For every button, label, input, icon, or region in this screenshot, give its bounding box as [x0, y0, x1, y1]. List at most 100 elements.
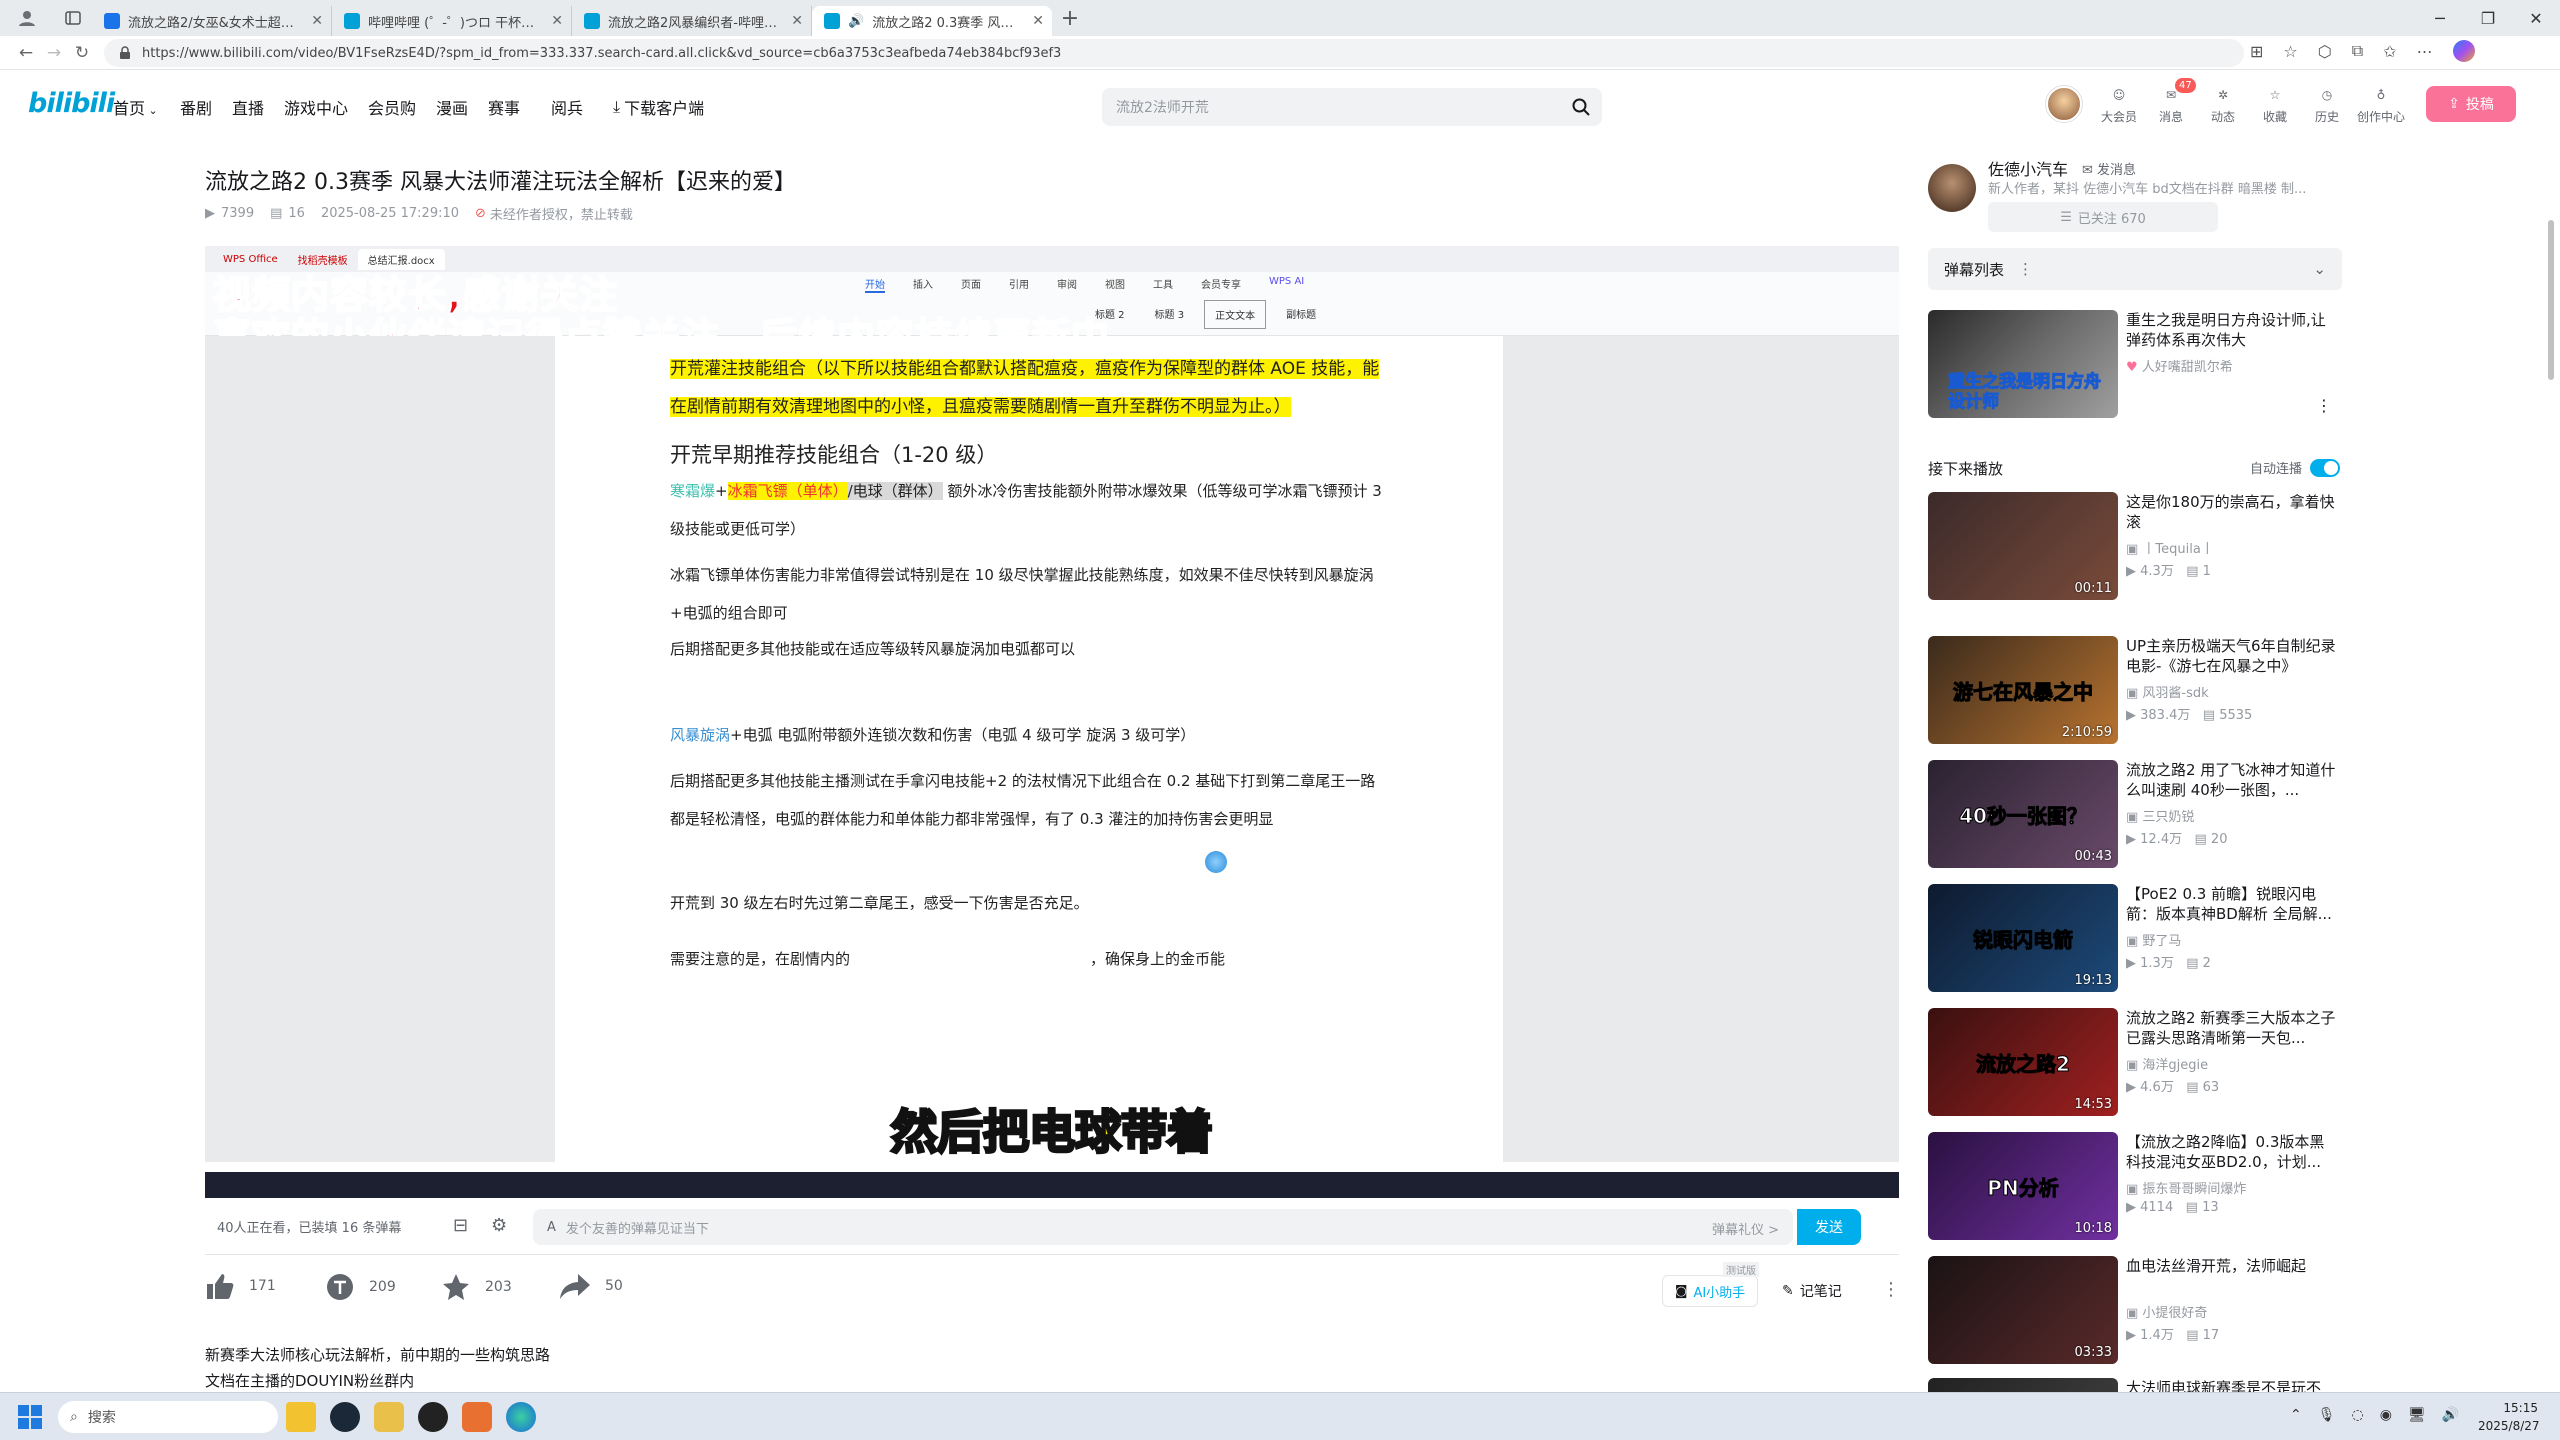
tab-close-icon[interactable]: ✕ — [551, 13, 563, 29]
uploader-name[interactable]: 佐德小汽车 — [1988, 156, 2068, 180]
nav-download-client[interactable]: ⤓ 下载客户端 — [613, 95, 704, 119]
nav-game-center[interactable]: 游戏中心 — [284, 95, 348, 119]
tray-app-icon[interactable]: ◌ — [2352, 1407, 2364, 1423]
more-options-icon[interactable]: ⋮ — [1882, 1279, 1900, 1300]
recommendation-author[interactable]: ▣ 海洋gjegie — [2126, 1054, 2208, 1073]
lock-icon[interactable] — [118, 46, 132, 60]
nav-home[interactable]: 首页 ⌄ — [113, 95, 158, 119]
minimize-icon[interactable]: ─ — [2416, 9, 2464, 28]
file-explorer-icon[interactable] — [286, 1402, 316, 1432]
taskbar-search[interactable]: ⌕ 搜索 — [58, 1401, 278, 1433]
bookmark-star-icon[interactable]: ☆ — [2283, 42, 2297, 61]
send-message-link[interactable]: ✉ 发消息 — [2082, 159, 2136, 178]
header-creator-center[interactable]: ♁ 创作中心 — [2355, 84, 2407, 125]
tab-close-icon[interactable]: ✕ — [311, 13, 323, 29]
search-input[interactable]: 流放2法师开荒 — [1102, 88, 1602, 126]
ad-more-icon[interactable]: ⋮ — [2316, 396, 2332, 415]
new-tab-icon[interactable]: + — [1052, 6, 1088, 31]
recommendation-author[interactable]: ▣ 三只奶锐 — [2126, 806, 2194, 825]
recommendation-card[interactable]: 00:11 这是你180万的崇高石，拿着快滚 ▣ 丨Tequila丨 ▶ 4.3万 ▤… — [1928, 492, 2342, 604]
taskbar-clock[interactable]: 15:15 2025/8/27 — [2478, 1399, 2540, 1435]
tab-audio-icon[interactable]: 🔊 — [848, 14, 864, 29]
upload-button[interactable]: ⇪ 投稿 — [2426, 86, 2516, 122]
favorite-button[interactable]: 203 — [441, 1272, 512, 1302]
header-vip[interactable]: ☺ 大会员 — [2097, 84, 2141, 125]
recommendation-card[interactable]: 游七在风暴之中 2:10:59 UP主亲历极端天气6年自制纪录电影-《游七在风暴之中… — [1928, 636, 2342, 748]
search-icon[interactable] — [1572, 98, 1590, 116]
nav-mall[interactable]: 会员购 — [368, 95, 416, 119]
recommendation-author[interactable]: ▣ 振东哥哥瞬间爆炸 — [2126, 1178, 2246, 1197]
nav-anime[interactable]: 番剧 — [180, 95, 212, 119]
tray-app-icon[interactable]: ◉ — [2380, 1407, 2392, 1423]
recommendation-author[interactable]: ▣ 野了马 — [2126, 930, 2181, 949]
restore-icon[interactable]: ❐ — [2464, 9, 2512, 28]
nav-manga[interactable]: 漫画 — [436, 95, 468, 119]
url-field[interactable]: https://www.bilibili.com/video/BV1FseRzs… — [104, 39, 2244, 67]
nav-parade[interactable]: 阅兵 — [551, 95, 583, 119]
ai-assistant-button[interactable]: ◙ AI小助手 测试版 — [1662, 1262, 1759, 1307]
recommendation-author[interactable]: ▣ 小提很好奇 — [2126, 1302, 2207, 1321]
app-icon[interactable] — [374, 1402, 404, 1432]
browser-tab[interactable]: 流放之路2风暴编织者-哔哩哔哩_B... ✕ — [572, 6, 812, 36]
bilibili-logo[interactable]: bilibili — [28, 88, 115, 119]
note-button[interactable]: ✎ 记笔记 — [1782, 1281, 1842, 1301]
copilot-icon[interactable] — [2452, 40, 2475, 62]
tray-chevron-icon[interactable]: ⌃ — [2290, 1407, 2302, 1423]
toggle-switch[interactable] — [2310, 458, 2341, 477]
network-icon[interactable]: 🖥 — [2408, 1407, 2426, 1423]
danmaku-list-more-icon[interactable]: ⋮ — [2018, 260, 2033, 278]
forward-icon[interactable]: → — [40, 39, 68, 67]
edge-browser-icon[interactable] — [506, 1402, 536, 1432]
uploader-avatar[interactable] — [1928, 164, 1976, 212]
header-dynamics[interactable]: ✲ 动态 — [2201, 84, 2245, 125]
chevron-down-icon[interactable]: ⌄ — [2313, 260, 2326, 278]
ad-card[interactable]: 重生之我是明日方舟设计师 重生之我是明日方舟设计师,让弹药体系再次伟大 ♥ 人好… — [1928, 310, 2342, 422]
browser-tab[interactable]: 哔哩哔哩 (゜-゜)つロ 干杯~-bilibili ✕ — [332, 6, 572, 36]
like-button[interactable]: 171 — [205, 1272, 276, 1300]
reload-icon[interactable]: ↻ — [68, 39, 96, 67]
app-icon[interactable] — [418, 1402, 448, 1432]
split-screen-icon[interactable]: ⧉ — [2352, 41, 2363, 61]
danmaku-toggle-icon[interactable]: ⊟ — [453, 1215, 468, 1236]
microphone-icon[interactable]: 🎙 — [2318, 1407, 2336, 1423]
danmaku-settings-icon[interactable]: ⚙ — [491, 1215, 507, 1236]
share-button[interactable]: 50 — [559, 1272, 623, 1300]
header-favorites[interactable]: ☆ 收藏 — [2253, 84, 2297, 125]
recommendation-card[interactable]: 03:33 血电法丝滑开荒，法师崛起 ▣ 小提很好奇 ▶ 1.4万 ▤ 17 — [1928, 1256, 2342, 1368]
browser-tab[interactable]: 流放之路2/女巫&女术士超级混沌火... ✕ — [92, 6, 332, 36]
tab-actions-icon[interactable] — [54, 0, 92, 36]
header-history[interactable]: ◷ 历史 — [2305, 84, 2349, 125]
tab-close-icon[interactable]: ✕ — [791, 13, 803, 29]
recommendation-author[interactable]: ▣ 风羽酱-sdk — [2126, 682, 2209, 701]
followed-button[interactable]: ☰ 已关注 670 — [1988, 202, 2218, 232]
header-messages[interactable]: ✉ 消息 47 — [2149, 78, 2196, 125]
recommendation-author[interactable]: ▣ 丨Tequila丨 — [2126, 538, 2214, 557]
danmaku-list-header[interactable]: 弹幕列表 ⋮ ⌄ — [1928, 248, 2342, 290]
browser-tab-active[interactable]: 🔊 流放之路2 0.3赛季 风暴大法... ✕ — [812, 6, 1052, 36]
send-danmaku-button[interactable]: 发送 — [1797, 1209, 1861, 1245]
video-player[interactable]: WPS Office 找稻壳模板 总结汇报.docx 开始 插入 页面 引用 审… — [205, 246, 1899, 1198]
recommendation-card[interactable]: 40秒一张图？ 00:43 流放之路2 用了飞冰神才知道什么叫速刷 40秒一张图，.… — [1928, 760, 2342, 872]
volume-icon[interactable]: 🔊 — [2442, 1407, 2459, 1423]
install-app-icon[interactable]: ⊞ — [2250, 42, 2263, 61]
recommendation-card[interactable]: 锐眼闪电箭 19:13 【PoE2 0.3 前瞻】锐眼闪电箭：版本真神BD解析 全局… — [1928, 884, 2342, 996]
user-avatar[interactable] — [2046, 86, 2082, 122]
app-icon[interactable] — [462, 1402, 492, 1432]
close-window-icon[interactable]: ✕ — [2512, 9, 2560, 28]
nav-live[interactable]: 直播 — [232, 95, 264, 119]
windows-start-icon[interactable] — [18, 1405, 42, 1429]
nav-esports[interactable]: 赛事 — [488, 95, 520, 119]
coin-button[interactable]: 209 — [325, 1272, 396, 1302]
recommendation-card[interactable]: PN分析 10:18 【流放之路2降临】0.3版本黑科技混沌女巫BD2.0，计划..… — [1928, 1132, 2342, 1244]
browser-menu-icon[interactable]: ⋯ — [2417, 42, 2433, 61]
tab-close-icon[interactable]: ✕ — [1032, 13, 1044, 29]
danmaku-input[interactable]: A 发个友善的弹幕见证当下 弹幕礼仪 > — [533, 1209, 1793, 1245]
recommendation-card[interactable]: 流放之路2 14:53 流放之路2 新赛季三大版本之子已露头思路清晰第一天包... ▣… — [1928, 1008, 2342, 1120]
page-scrollbar[interactable] — [2548, 220, 2554, 380]
favorites-icon[interactable]: ✩ — [2383, 42, 2396, 61]
back-icon[interactable]: ← — [12, 39, 40, 67]
extensions-icon[interactable]: ⬡ — [2318, 42, 2332, 61]
profile-icon[interactable] — [0, 0, 54, 36]
steam-icon[interactable] — [330, 1402, 360, 1432]
text-style-icon[interactable]: A — [547, 1220, 556, 1235]
